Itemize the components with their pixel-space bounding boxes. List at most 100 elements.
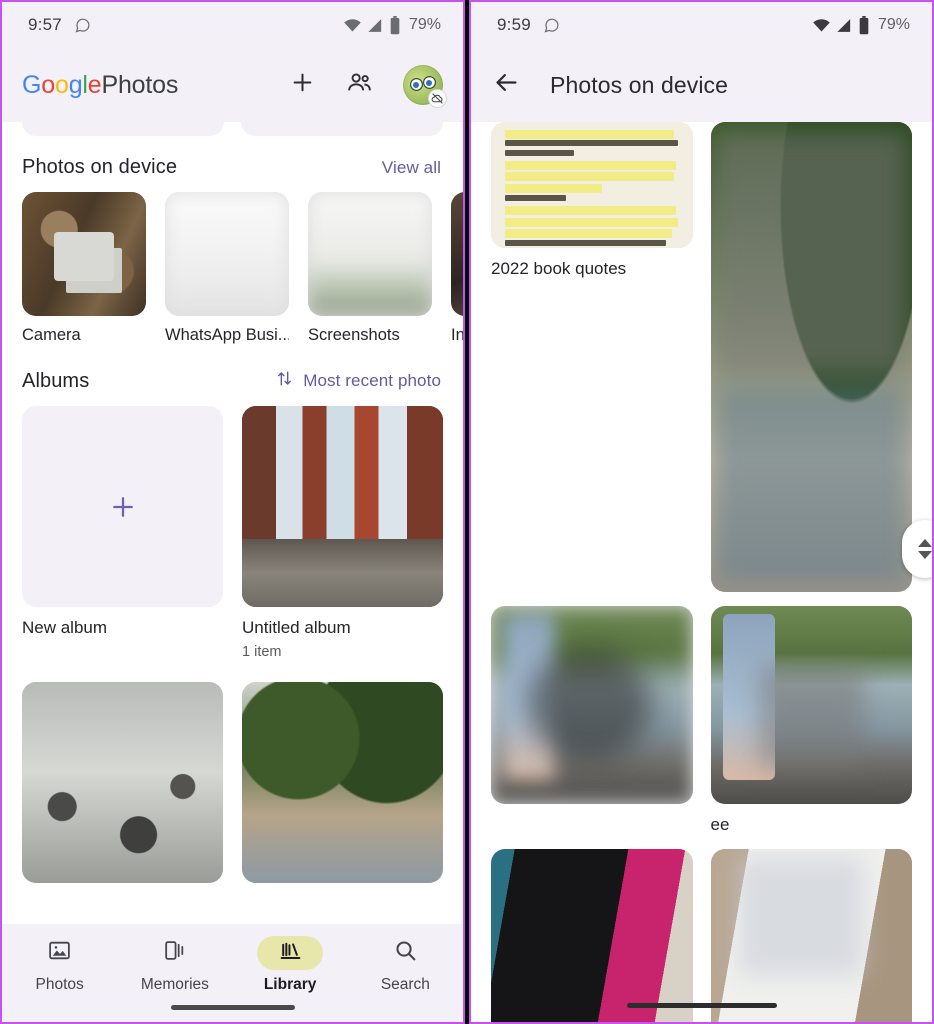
album-name: Untitled album [242,618,351,637]
gesture-home-bar[interactable] [170,1005,295,1010]
device-folder-thumbnail [165,192,289,316]
device-folder-thumbnail [308,192,432,316]
view-all-link[interactable]: View all [382,158,441,178]
new-album-placeholder [22,406,223,607]
device-folder-thumbnail [710,606,912,804]
photo-surface [22,192,146,316]
whatsapp-icon [74,17,91,34]
status-bar-right: 9:59 79% [471,2,932,48]
device-folder-ee[interactable]: ee [710,606,912,835]
device-folder-thumbnail [491,122,693,248]
status-time: 9:57 [28,15,62,34]
fast-scroll-thumb[interactable] [902,520,932,578]
device-folder-facebook[interactable]: Facebook [491,849,693,1022]
account-avatar[interactable] [403,65,447,108]
gesture-home-bar[interactable] [626,1003,777,1008]
device-folders-grid[interactable]: 2022 book quotes ee [471,122,932,1022]
wifi-icon [343,16,362,35]
logo-letter-g1: G [22,70,42,99]
plus-icon [112,496,133,517]
status-bar-left-group: 9:57 [28,15,91,35]
photos-icon [47,938,72,968]
device-folder-thumbnail [710,849,912,1022]
device-folder-label: ee [710,815,730,834]
device-folder-label: Camera [22,326,81,344]
device-folder-unlabeled-garden[interactable] [710,122,912,592]
nav-label: Search [380,976,430,993]
add-icon[interactable] [289,69,316,101]
device-folder-label: 2022 book quotes [491,259,627,278]
nav-item-memories[interactable]: Memories [127,936,223,994]
nav-label: Memories [140,976,209,993]
logo-letter-o2: o [54,70,69,99]
photo-surface [242,682,443,883]
status-bar-left: 9:57 79% [2,2,463,48]
album-thumbnail [22,682,223,883]
google-photos-logo: GooglePhotos [22,71,178,100]
photo-surface [165,192,289,316]
photos-on-device-header: Photos on device View all [2,136,463,192]
album-tile-new-album[interactable]: New album [22,406,223,660]
photo-surface [451,192,463,316]
album-tile-partial-snow[interactable] [22,682,223,883]
device-folder-screenshots[interactable]: Screenshots [308,192,432,345]
peek-card [22,122,224,136]
scrolled-off-cards-peek [2,122,463,136]
photo-surface [491,122,693,248]
battery-percent: 79% [408,16,441,33]
albums-sort-button[interactable]: Most recent photo [275,369,441,393]
backup-off-badge-icon [428,89,447,108]
album-tile-untitled-album[interactable]: Untitled album 1 item [242,406,443,660]
status-bar-left-group: 9:59 [497,15,560,35]
privacy-blur-overlay [527,649,653,761]
device-folder-thumbnail [22,192,146,316]
battery-icon [858,15,870,35]
albums-header: Albums Most recent photo [2,345,463,406]
device-folder-whatsapp-business[interactable]: WhatsApp Busi... [165,192,289,345]
memories-icon [162,938,187,968]
logo-word-photos: Photos [101,70,179,99]
bottom-navigation-bar[interactable]: Photos Memories Library Search [2,924,463,1022]
device-folders-scroll-body[interactable]: 2022 book quotes ee [471,122,932,1022]
device-folder-partial-paper[interactable] [710,849,912,1022]
device-folder-unlabeled-blurred[interactable] [491,606,693,835]
caret-up-icon [918,539,932,547]
cellular-signal-icon [367,17,384,34]
right-phone-screen: 9:59 79% Photos on device 2022 book quot… [469,0,934,1024]
status-bar-right-group: 79% [812,15,910,35]
photo-surface [491,849,693,1022]
device-folder-thumbnail [491,606,693,804]
device-folder-thumbnail [710,122,912,592]
album-item-count: 1 item [242,644,282,660]
nav-pill [142,936,208,970]
search-icon [393,938,418,968]
library-scroll-body[interactable]: Photos on device View all Camera WhatsAp… [2,122,463,924]
logo-letter-o1: o [41,70,55,99]
device-folders-strip[interactable]: Camera WhatsApp Busi... Screenshots I [2,192,463,345]
nav-label: Library [263,976,317,993]
avatar-eye-left [410,78,423,91]
album-tile-partial-park[interactable] [242,682,443,883]
album-thumbnail [242,682,443,883]
app-bar-actions [289,65,447,108]
sharing-partner-icon[interactable] [346,69,373,101]
device-folder-2022-book-quotes[interactable]: 2022 book quotes [491,122,693,592]
nav-item-search[interactable]: Search [357,936,453,994]
device-folder-camera[interactable]: Camera [22,192,146,345]
section-title-albums: Albums [22,369,90,392]
device-folder-thumbnail [451,192,463,316]
logo-letter-g2: g [68,70,83,99]
nav-item-library[interactable]: Library [242,936,338,994]
left-phone-screen: 9:57 79% GooglePhotos Photos on device V… [0,0,465,1024]
device-folder-label: In [451,326,463,344]
device-folder-thumbnail [491,849,693,1022]
device-folder-instagram-partial[interactable]: In [451,192,463,345]
albums-grid[interactable]: New album Untitled album 1 item [2,406,463,883]
privacy-blur-overlay [758,665,864,769]
album-name: New album [22,618,108,637]
nav-item-photos[interactable]: Photos [12,936,108,994]
status-time: 9:59 [497,15,531,34]
app-bar-left: GooglePhotos [2,48,463,122]
back-arrow-icon[interactable] [493,69,520,101]
photo-surface [242,406,443,607]
